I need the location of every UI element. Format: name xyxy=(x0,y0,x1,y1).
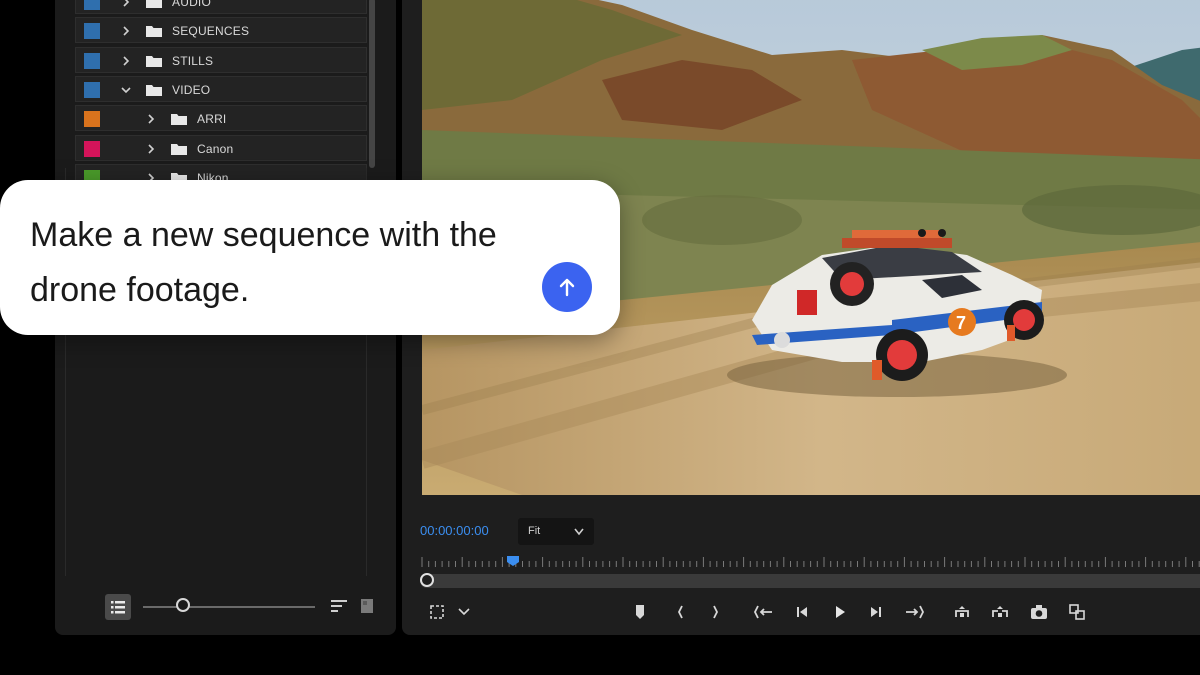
playhead-marker[interactable] xyxy=(507,556,519,566)
bin-row-audio[interactable]: AUDIO xyxy=(75,0,367,14)
prompt-text[interactable]: Make a new sequence with the drone foota… xyxy=(30,208,530,318)
bin-label: Canon xyxy=(197,142,234,156)
go-to-in-button[interactable] xyxy=(752,602,776,622)
send-button[interactable] xyxy=(542,262,592,312)
label-color-swatch[interactable] xyxy=(84,23,100,39)
zoom-fit-dropdown[interactable]: Fit xyxy=(518,518,594,545)
ai-prompt-bubble[interactable]: Make a new sequence with the drone foota… xyxy=(0,180,620,335)
chevron-right-icon[interactable] xyxy=(121,56,131,66)
extract-icon xyxy=(992,606,1008,617)
settings-dropdown-button[interactable] xyxy=(454,602,474,622)
arrow-up-icon xyxy=(559,278,575,297)
play-button[interactable] xyxy=(830,602,850,622)
playhead-timecode[interactable]: 00:00:00:00 xyxy=(420,523,489,538)
chevron-right-icon[interactable] xyxy=(121,0,131,7)
bin-label: AUDIO xyxy=(172,0,212,9)
list-view-button[interactable] xyxy=(105,594,131,620)
play-icon xyxy=(836,606,845,618)
chevron-down-icon[interactable] xyxy=(121,85,131,95)
bin-row-arri[interactable]: ARRI xyxy=(75,105,367,131)
bin-row-video[interactable]: VIDEO xyxy=(75,76,367,102)
safe-margins-icon xyxy=(430,605,444,619)
go-to-out-button[interactable] xyxy=(902,602,926,622)
zoom-slider-track[interactable] xyxy=(143,606,315,608)
mark-out-button[interactable] xyxy=(706,602,726,622)
label-color-swatch[interactable] xyxy=(84,82,100,98)
chevron-right-icon[interactable] xyxy=(146,114,156,124)
add-marker-button[interactable] xyxy=(630,602,650,622)
time-ruler[interactable] xyxy=(420,556,1200,568)
bin-label: VIDEO xyxy=(172,83,211,97)
folder-icon xyxy=(146,26,162,37)
step-forward-icon xyxy=(871,607,881,617)
comparison-view-button[interactable] xyxy=(1067,602,1087,622)
mark-in-icon xyxy=(677,605,683,619)
freeform-view-icon[interactable] xyxy=(361,599,373,613)
folder-icon xyxy=(146,0,162,8)
folder-icon xyxy=(171,114,187,125)
label-color-swatch[interactable] xyxy=(84,141,100,157)
bin-label: STILLS xyxy=(172,54,214,68)
chevron-down-icon xyxy=(574,528,584,536)
chevron-right-icon[interactable] xyxy=(121,26,131,36)
zoom-slider-handle[interactable] xyxy=(176,598,190,612)
export-frame-button[interactable] xyxy=(1029,602,1049,622)
extract-button[interactable] xyxy=(990,602,1010,622)
lift-icon xyxy=(955,606,969,617)
scrub-bar[interactable] xyxy=(420,574,1200,588)
label-color-swatch[interactable] xyxy=(84,111,100,127)
lift-button[interactable] xyxy=(952,602,972,622)
safe-margins-button[interactable] xyxy=(424,602,450,622)
bin-label: SEQUENCES xyxy=(172,24,250,38)
camera-icon xyxy=(1031,605,1047,619)
folder-icon xyxy=(146,85,162,96)
comparison-view-icon xyxy=(1069,604,1085,620)
chevron-down-icon xyxy=(458,608,470,616)
marker-icon xyxy=(636,605,644,619)
mark-out-icon xyxy=(713,605,719,619)
folder-icon xyxy=(146,56,162,67)
scrub-handle[interactable] xyxy=(420,573,434,587)
zoom-fit-value: Fit xyxy=(528,525,541,537)
step-forward-button[interactable] xyxy=(866,602,886,622)
svg-text:7: 7 xyxy=(956,313,966,333)
bin-row-sequences[interactable]: SEQUENCES xyxy=(75,17,367,43)
label-color-swatch[interactable] xyxy=(84,0,100,10)
label-color-swatch[interactable] xyxy=(84,53,100,69)
bin-row-stills[interactable]: STILLS xyxy=(75,47,367,73)
chevron-right-icon[interactable] xyxy=(146,144,156,154)
list-view-icon xyxy=(111,601,125,614)
folder-icon xyxy=(171,144,187,155)
mark-in-button[interactable] xyxy=(670,602,690,622)
step-back-icon xyxy=(797,607,807,617)
sort-icon[interactable] xyxy=(331,599,347,613)
project-panel-footer xyxy=(55,584,396,634)
bin-row-canon[interactable]: Canon xyxy=(75,135,367,161)
go-to-in-icon xyxy=(753,605,772,619)
bin-label: ARRI xyxy=(197,112,227,126)
go-to-out-icon xyxy=(906,605,925,619)
step-back-button[interactable] xyxy=(792,602,812,622)
bin-list-scrollbar[interactable] xyxy=(369,0,375,168)
